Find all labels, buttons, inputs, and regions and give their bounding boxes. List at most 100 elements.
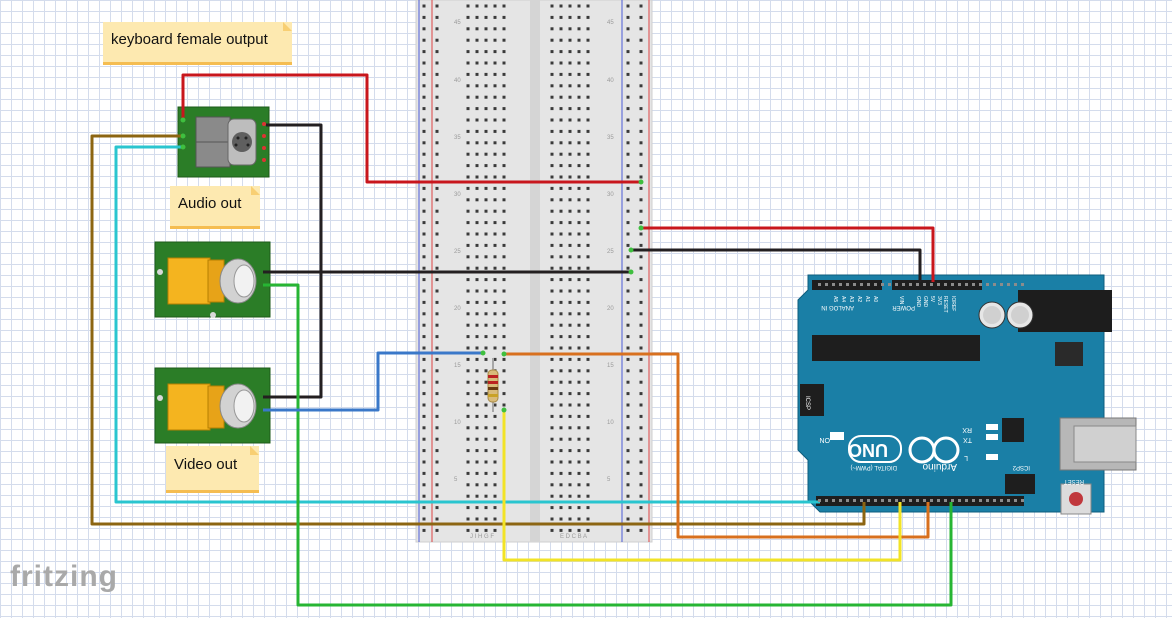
breadboard-hole bbox=[493, 426, 497, 430]
breadboard-hole bbox=[435, 357, 439, 361]
breadboard-hole bbox=[550, 129, 554, 133]
breadboard-hole bbox=[466, 198, 470, 202]
breadboard-hole bbox=[568, 357, 572, 361]
breadboard-hole bbox=[484, 164, 488, 168]
arduino-icsp-label: ICSP bbox=[804, 396, 810, 410]
breadboard-hole bbox=[559, 152, 563, 156]
breadboard-hole bbox=[626, 186, 630, 190]
breadboard-hole bbox=[568, 335, 572, 339]
breadboard-hole bbox=[466, 300, 470, 304]
arduino-header-pin bbox=[923, 499, 926, 502]
breadboard-hole bbox=[586, 107, 590, 111]
breadboard-hole bbox=[475, 50, 479, 54]
breadboard-hole bbox=[502, 186, 506, 190]
breadboard-hole bbox=[568, 107, 572, 111]
svg-text:10: 10 bbox=[607, 420, 614, 426]
breadboard-hole bbox=[493, 175, 497, 179]
breadboard-hole bbox=[435, 437, 439, 441]
breadboard-hole bbox=[577, 278, 581, 282]
breadboard-hole bbox=[626, 107, 630, 111]
breadboard-hole bbox=[577, 15, 581, 19]
breadboard-hole bbox=[493, 4, 497, 8]
breadboard-hole bbox=[475, 506, 479, 510]
rca-jack-audio[interactable] bbox=[154, 241, 271, 318]
wire-black-gnd-bb[interactable] bbox=[263, 123, 323, 399]
breadboard-hole bbox=[466, 483, 470, 487]
breadboard-hole bbox=[475, 426, 479, 430]
arduino-header-pin bbox=[902, 499, 905, 502]
arduino-uno[interactable]: UNO Arduino DIGITAL (PWM~) ANALOG IN POW… bbox=[797, 274, 1137, 515]
breadboard-hole bbox=[639, 118, 643, 122]
breadboard-hole bbox=[502, 95, 506, 99]
breadboard-hole bbox=[502, 15, 506, 19]
breadboard-hole bbox=[484, 209, 488, 213]
breadboard-hole bbox=[502, 243, 506, 247]
breadboard-hole bbox=[639, 312, 643, 316]
breadboard-hole bbox=[422, 72, 426, 76]
breadboard-hole bbox=[422, 129, 426, 133]
arduino-header-pin bbox=[986, 283, 989, 286]
breadboard-hole bbox=[484, 118, 488, 122]
breadboard-hole bbox=[559, 506, 563, 510]
arduino-header-pin bbox=[1021, 283, 1024, 286]
breadboard-hole bbox=[639, 471, 643, 475]
note-video[interactable]: Video out bbox=[166, 446, 259, 490]
svg-text:35: 35 bbox=[454, 135, 461, 141]
breadboard-hole bbox=[626, 72, 630, 76]
svg-text:IOREF: IOREF bbox=[950, 296, 956, 311]
breadboard-hole bbox=[435, 471, 439, 475]
breadboard-hole bbox=[422, 312, 426, 316]
note-audio-text: Audio out bbox=[178, 195, 242, 212]
breadboard-hole bbox=[577, 27, 581, 31]
breadboard-hole bbox=[626, 437, 630, 441]
breadboard-hole bbox=[475, 84, 479, 88]
breadboard-hole bbox=[502, 221, 506, 225]
breadboard-hole bbox=[559, 243, 563, 247]
breadboard-hole bbox=[475, 255, 479, 259]
arduino-header-pin bbox=[881, 499, 884, 502]
breadboard-hole bbox=[466, 323, 470, 327]
breadboard-hole bbox=[559, 517, 563, 521]
breadboard-hole bbox=[586, 460, 590, 464]
breadboard-hole bbox=[466, 392, 470, 396]
breadboard-hole bbox=[626, 152, 630, 156]
keyboard-connector[interactable] bbox=[177, 106, 270, 178]
breadboard-hole bbox=[466, 232, 470, 236]
breadboard-hole bbox=[586, 528, 590, 532]
note-keyboard[interactable]: keyboard female output bbox=[103, 22, 292, 62]
breadboard-hole bbox=[466, 84, 470, 88]
breadboard-hole bbox=[586, 38, 590, 42]
breadboard-hole bbox=[435, 186, 439, 190]
note-audio[interactable]: Audio out bbox=[170, 186, 260, 226]
breadboard-hole bbox=[577, 289, 581, 293]
rca-jack-video[interactable] bbox=[154, 367, 271, 444]
svg-text:45: 45 bbox=[607, 20, 614, 26]
breadboard-hole bbox=[559, 15, 563, 19]
breadboard-hole bbox=[568, 141, 572, 145]
arduino-header-pin bbox=[1007, 283, 1010, 286]
arduino-header-pin bbox=[818, 283, 821, 286]
breadboard-hole bbox=[586, 449, 590, 453]
wire-red-arduino-5v[interactable] bbox=[641, 226, 935, 282]
breadboard-hole bbox=[484, 449, 488, 453]
breadboard-hole bbox=[586, 141, 590, 145]
breadboard-hole bbox=[550, 255, 554, 259]
breadboard-hole bbox=[435, 72, 439, 76]
breadboard-hole bbox=[502, 209, 506, 213]
breadboard-hole bbox=[550, 61, 554, 65]
breadboard-hole bbox=[639, 198, 643, 202]
breadboard-hole bbox=[568, 483, 572, 487]
breadboard-hole bbox=[577, 152, 581, 156]
breadboard-hole bbox=[422, 517, 426, 521]
breadboard-hole bbox=[559, 346, 563, 350]
breadboard-hole bbox=[586, 323, 590, 327]
breadboard-hole bbox=[568, 4, 572, 8]
breadboard-hole bbox=[466, 141, 470, 145]
breadboard-hole bbox=[422, 175, 426, 179]
arduino-header-pin bbox=[965, 283, 968, 286]
breadboard-hole bbox=[586, 335, 590, 339]
breadboard-hole bbox=[568, 38, 572, 42]
arduino-header-pin bbox=[979, 283, 982, 286]
breadboard-hole bbox=[502, 107, 506, 111]
breadboard-hole bbox=[435, 4, 439, 8]
